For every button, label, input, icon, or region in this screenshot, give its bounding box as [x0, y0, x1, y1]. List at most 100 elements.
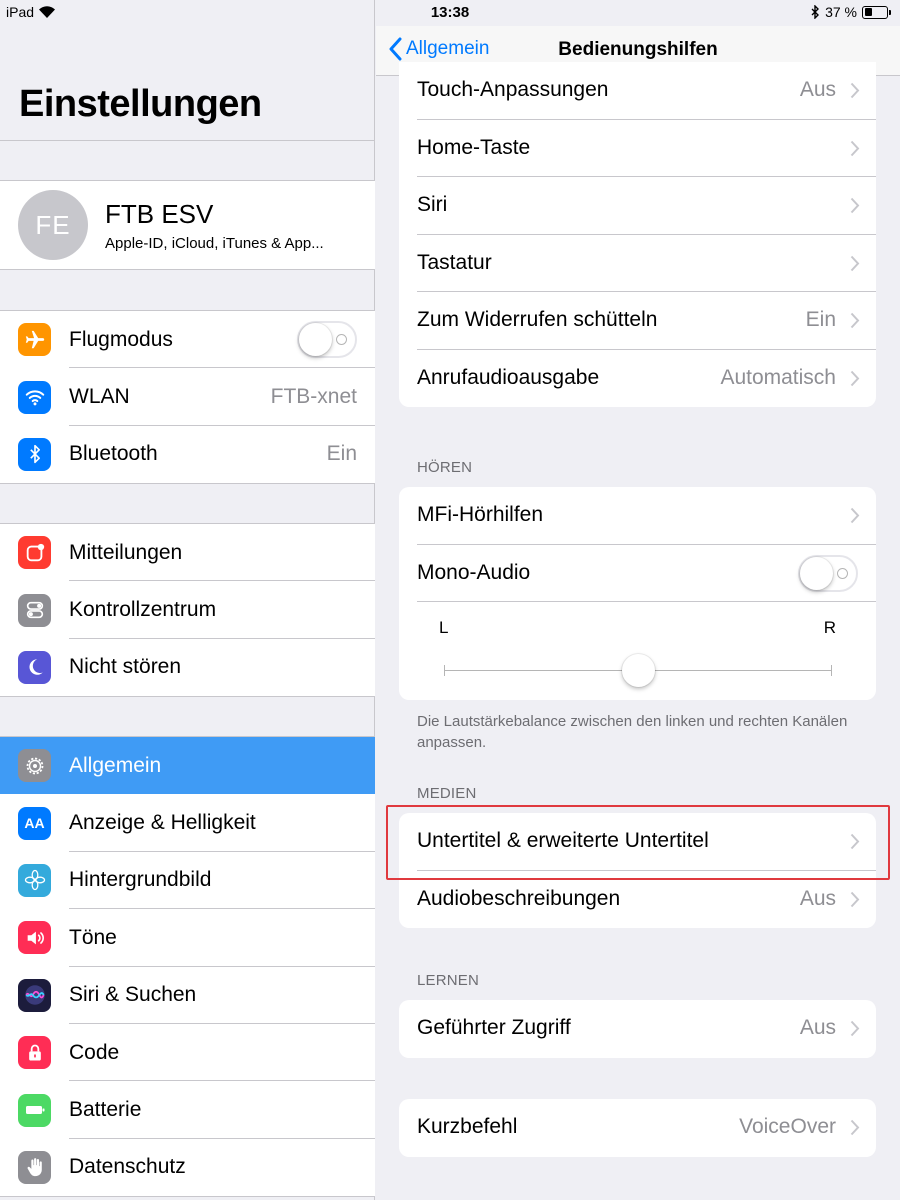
row-mono-audio: Mono-Audio	[399, 545, 876, 602]
highlight-annotation	[386, 805, 890, 880]
chevron-right-icon	[850, 1020, 860, 1037]
connectivity-group: Flugmodus WLAN FTB-xnet Bluetooth Ein	[0, 310, 375, 485]
sidebar-item-flugmodus[interactable]: Flugmodus	[0, 311, 375, 369]
row-label: Zum Widerrufen schütteln	[417, 308, 658, 331]
row-tastatur[interactable]: Tastatur	[399, 235, 876, 292]
wallpaper-icon	[18, 863, 51, 897]
display-icon: AA	[18, 806, 51, 840]
battery-fill	[864, 8, 873, 16]
sidebar-item-allgemein[interactable]: Allgemein	[0, 737, 375, 795]
toggle-knob	[800, 556, 833, 590]
profile-group: FE FTB ESV Apple-ID, iCloud, iTunes & Ap…	[0, 180, 375, 270]
apple-id-profile-row[interactable]: FE FTB ESV Apple-ID, iCloud, iTunes & Ap…	[0, 181, 375, 269]
sidebar-item-siri-suchen[interactable]: Siri & Suchen	[0, 967, 375, 1024]
general-group: Allgemein AA Anzeige & Helligkeit Hinter…	[0, 736, 375, 1198]
sidebar-item-label: WLAN	[69, 385, 130, 409]
shortcut-card: Kurzbefehl VoiceOver	[399, 1099, 876, 1157]
sidebar-item-label: Batterie	[69, 1098, 142, 1122]
settings-master-pane: Einstellungen FE FTB ESV Apple-ID, iClou…	[0, 0, 375, 1200]
row-siri[interactable]: Siri	[399, 177, 876, 235]
row-label: Mono-Audio	[417, 560, 531, 584]
sidebar-item-label: Flugmodus	[69, 327, 173, 351]
status-bar: iPad 13:38 37 %	[0, 0, 900, 26]
status-time: 13:38	[430, 4, 470, 21]
sound-icon	[18, 921, 51, 955]
chevron-right-icon	[850, 255, 860, 271]
accessibility-detail-pane: Allgemein Bedienungshilfen Touch-Anpassu…	[376, 0, 900, 1200]
row-value: Aus	[799, 78, 836, 101]
notifications-group: Mitteilungen Kontrollzentrum Nicht störe…	[0, 523, 375, 698]
interaction-settings-card: Touch-Anpassungen Aus Home-Taste Siri Ta…	[399, 62, 876, 407]
profile-name: FTB ESV	[105, 199, 214, 229]
toggle-off-indicator	[837, 567, 848, 579]
sidebar-item-label: Mitteilungen	[69, 540, 183, 564]
section-header-medien: MEDIEN	[417, 785, 477, 802]
row-label: Tastatur	[417, 250, 492, 274]
row-anrufaudioausgabe[interactable]: Anrufaudioausgabe Automatisch	[399, 350, 876, 408]
bluetooth-status-icon	[811, 5, 820, 19]
chevron-right-icon	[850, 891, 860, 907]
learning-card: Geführter Zugriff Aus	[399, 1000, 876, 1058]
bluetooth-icon	[18, 437, 51, 471]
slider-tick-right	[831, 665, 832, 676]
sidebar-item-label: Anzeige & Helligkeit	[69, 811, 256, 835]
chevron-right-icon	[850, 1119, 860, 1136]
toggle-knob	[299, 323, 332, 356]
row-kurzbefehl[interactable]: Kurzbefehl VoiceOver	[399, 1099, 876, 1157]
sidebar-item-code[interactable]: Code	[0, 1024, 375, 1082]
chevron-right-icon	[850, 507, 860, 524]
sidebar-item-nicht-stoeren[interactable]: Nicht stören	[0, 639, 375, 696]
row-label: Siri	[417, 193, 448, 216]
ipad-screen: Einstellungen FE FTB ESV Apple-ID, iClou…	[0, 0, 900, 1200]
toggle-off-indicator	[336, 334, 347, 345]
page-title: Einstellungen	[19, 83, 262, 125]
sidebar-item-label: Bluetooth	[69, 442, 158, 466]
siri-icon	[18, 978, 51, 1012]
bluetooth-status-value: Ein	[326, 442, 357, 466]
hand-icon	[18, 1150, 51, 1184]
sidebar-item-wlan[interactable]: WLAN FTB-xnet	[0, 368, 375, 426]
sidebar-item-hintergrundbild[interactable]: Hintergrundbild	[0, 852, 375, 910]
row-label: Audiobeschreibungen	[417, 886, 621, 910]
row-touch-anpassungen[interactable]: Touch-Anpassungen Aus	[399, 62, 876, 120]
chevron-right-icon	[850, 312, 860, 329]
status-right: 37 %	[811, 4, 891, 20]
flugmodus-toggle[interactable]	[297, 321, 357, 358]
nav-title: Bedienungshilfen	[558, 39, 718, 60]
sidebar-item-label: Allgemein	[69, 753, 162, 777]
sidebar-item-label: Hintergrundbild	[69, 868, 212, 892]
row-mfi-hoerhilfen[interactable]: MFi-Hörhilfen	[399, 487, 876, 545]
balance-slider-knob[interactable]	[621, 654, 655, 687]
section-header-lernen: LERNEN	[417, 972, 480, 989]
sidebar-item-datenschutz[interactable]: Datenschutz	[0, 1139, 375, 1196]
sidebar-item-anzeige-helligkeit[interactable]: AA Anzeige & Helligkeit	[0, 794, 375, 852]
divider	[0, 140, 375, 141]
row-zum-widerrufen-schuetteln[interactable]: Zum Widerrufen schütteln Ein	[399, 292, 876, 350]
moon-icon	[18, 650, 51, 684]
sidebar-item-bluetooth[interactable]: Bluetooth Ein	[0, 426, 375, 483]
balance-right-label: R	[823, 618, 836, 637]
sidebar-item-label: Kontrollzentrum	[69, 598, 217, 622]
chevron-right-icon	[850, 82, 860, 99]
gear-icon	[18, 749, 51, 783]
row-home-taste[interactable]: Home-Taste	[399, 120, 876, 177]
sidebar-item-kontrollzentrum[interactable]: Kontrollzentrum	[0, 581, 375, 639]
row-value: Automatisch	[720, 365, 836, 389]
airplane-icon	[18, 323, 51, 357]
sidebar-item-mitteilungen[interactable]: Mitteilungen	[0, 524, 375, 582]
battery-percent: 37 %	[825, 4, 857, 20]
row-gefuehrter-zugriff[interactable]: Geführter Zugriff Aus	[399, 1000, 876, 1058]
chevron-right-icon	[850, 370, 860, 386]
row-label: Kurzbefehl	[417, 1115, 518, 1138]
chevron-right-icon	[850, 140, 860, 156]
sidebar-item-batterie[interactable]: Batterie	[0, 1081, 375, 1139]
profile-subtitle: Apple-ID, iCloud, iTunes & App...	[105, 235, 324, 252]
balance-footnote: Die Lautstärkebalance zwischen den linke…	[417, 713, 848, 751]
sidebar-item-toene[interactable]: Töne	[0, 909, 375, 967]
section-header-hoeren: HÖREN	[417, 459, 473, 476]
row-label: Home-Taste	[417, 135, 531, 159]
row-label: Touch-Anpassungen	[417, 78, 609, 101]
balance-left-label: L	[439, 618, 449, 637]
mono-audio-toggle[interactable]	[798, 554, 858, 592]
sidebar-item-label: Töne	[69, 925, 117, 949]
